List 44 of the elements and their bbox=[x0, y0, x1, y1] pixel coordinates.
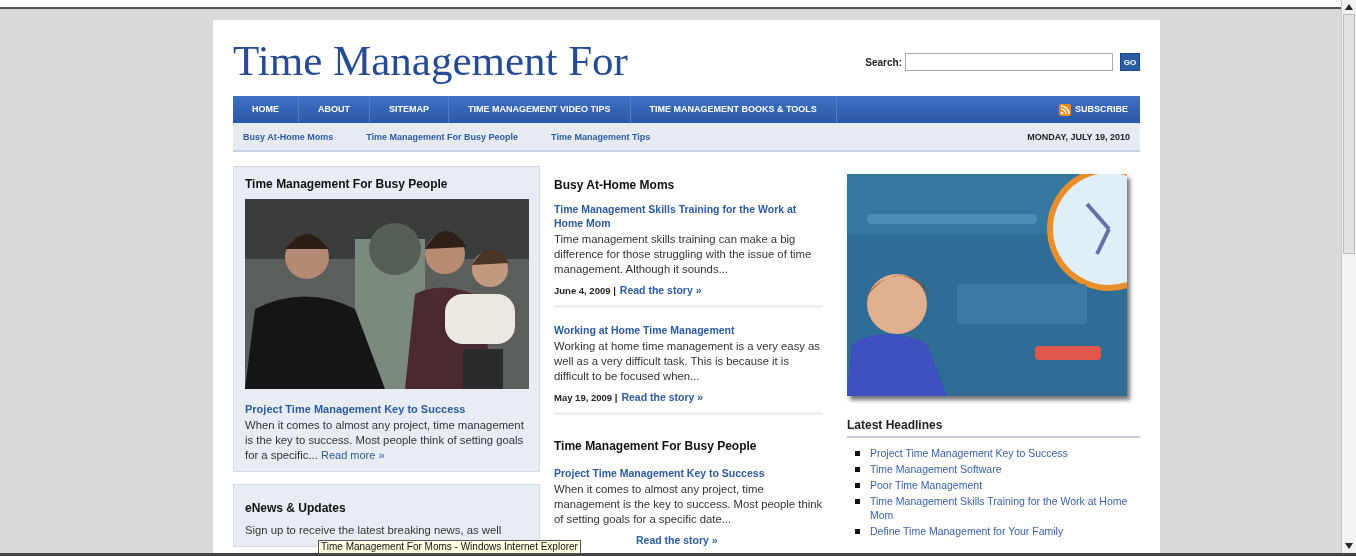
headlines-heading: Latest Headlines bbox=[847, 418, 1140, 438]
headline-link[interactable]: Poor Time Management bbox=[870, 478, 983, 492]
headline-link[interactable]: Project Time Management Key to Success bbox=[870, 446, 1068, 460]
rss-icon[interactable] bbox=[1059, 103, 1071, 116]
headline-link[interactable]: Time Management Skills Training for the Work at Home Mom bbox=[870, 494, 1140, 522]
scroll-down-icon[interactable] bbox=[1345, 543, 1353, 549]
panel-heading: eNews & Updates bbox=[245, 501, 347, 515]
search-label: Search: bbox=[865, 56, 902, 68]
post-title-link[interactable]: Working at Home Time Management bbox=[554, 323, 735, 337]
read-story-link[interactable]: Read the story » bbox=[621, 390, 704, 404]
post-excerpt: Time management skills training can make a big difference for those struggling with the issue of time management. Although it sounds... bbox=[554, 232, 813, 277]
bullet-icon bbox=[855, 483, 860, 488]
panel-heading: Time Management For Busy People bbox=[245, 177, 449, 191]
search-field[interactable] bbox=[905, 53, 1113, 71]
section-heading: Busy At-Home Moms bbox=[554, 178, 676, 192]
subnav-link[interactable]: Time Management Tips bbox=[551, 131, 651, 142]
site-title[interactable]: Time Management For bbox=[233, 31, 866, 85]
headline-link[interactable]: Define Time Management for Your Family bbox=[870, 524, 1064, 538]
read-story-link[interactable]: Read the story » bbox=[636, 533, 718, 547]
read-more-link[interactable]: Read more » bbox=[321, 449, 385, 461]
read-story-link[interactable]: Read the story » bbox=[619, 283, 702, 297]
subnav-link[interactable]: Time Management For Busy People bbox=[366, 131, 519, 142]
scrollbar[interactable] bbox=[1341, 0, 1356, 553]
post-date: May 19, 2009 | bbox=[554, 392, 618, 403]
tooltip: Time Management For Moms - Windows Internet Explorer bbox=[318, 540, 581, 554]
post-title-link[interactable]: Time Management Skills Training for the Work at Home Mom bbox=[554, 202, 823, 230]
post-date: June 4, 2009 | bbox=[554, 285, 616, 296]
subscribe-link[interactable]: SUBSCRIBE bbox=[1071, 96, 1140, 123]
date-label: MONDAY, JULY 19, 2010 bbox=[1027, 131, 1130, 142]
go-button[interactable]: GO bbox=[1120, 53, 1140, 71]
post-excerpt: Working at home time management is a very easy as well as a very difficult task. This is because it is difficult to be focused when... bbox=[554, 339, 821, 384]
subnav-link[interactable]: Busy At-Home Moms bbox=[243, 131, 334, 142]
scroll-thumb[interactable] bbox=[1343, 14, 1355, 254]
section-heading: Time Management For Busy People bbox=[554, 439, 758, 453]
bullet-icon bbox=[855, 499, 860, 504]
bullet-icon bbox=[855, 451, 860, 456]
post-excerpt: When it comes to almost any project, time management is the key to success. Most people think of setting goals for a specific date... bbox=[554, 482, 823, 527]
post-title-link[interactable]: Project Time Management Key to Success bbox=[245, 403, 466, 415]
bullet-icon bbox=[855, 467, 860, 472]
signup-text: Sign up to receive the latest breaking news, as well bbox=[245, 523, 503, 538]
bullet-icon bbox=[855, 529, 860, 534]
post-excerpt: When it comes to almost any project, time management is the key to success. Most people think of setting goals for a specific... Read more » bbox=[245, 418, 525, 463]
post-title-link[interactable]: Project Time Management Key to Success bbox=[554, 466, 765, 480]
headline-link[interactable]: Time Management Software bbox=[870, 462, 1002, 476]
